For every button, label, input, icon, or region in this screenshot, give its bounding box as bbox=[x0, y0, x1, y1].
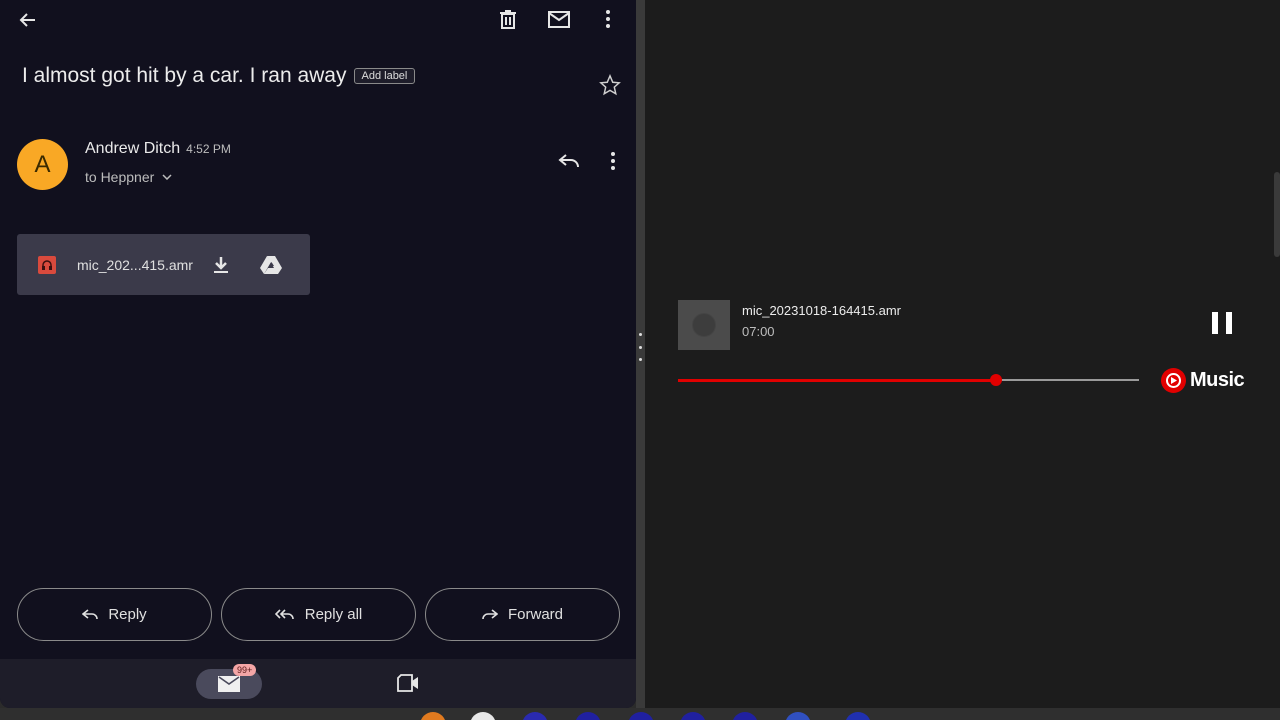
more-vert-icon bbox=[611, 152, 615, 170]
chevron-down-icon bbox=[162, 174, 172, 180]
mail-icon bbox=[548, 10, 570, 28]
brand-label: Music bbox=[1190, 369, 1245, 391]
reply-all-icon bbox=[274, 608, 294, 619]
youtube-music-icon bbox=[1161, 368, 1186, 393]
disc-icon bbox=[692, 313, 716, 337]
reply-icon bbox=[558, 154, 579, 168]
divider-handle[interactable] bbox=[638, 333, 642, 361]
back-button[interactable] bbox=[14, 6, 42, 34]
sender-avatar: A bbox=[17, 139, 68, 190]
mail-icon bbox=[218, 676, 240, 692]
trash-icon bbox=[500, 10, 516, 29]
video-camera-icon bbox=[397, 674, 418, 692]
unread-badge: 99+ bbox=[233, 664, 257, 676]
pause-button[interactable] bbox=[1212, 312, 1232, 334]
delete-button[interactable] bbox=[495, 6, 521, 32]
seek-handle[interactable] bbox=[990, 374, 1003, 386]
more-vert-icon bbox=[606, 10, 610, 28]
attachment-name: mic_202...415.amr bbox=[77, 256, 193, 273]
save-to-drive-button[interactable] bbox=[258, 253, 284, 277]
star-icon bbox=[599, 74, 621, 96]
google-drive-icon bbox=[260, 255, 282, 274]
download-icon bbox=[214, 256, 228, 273]
forward-label: Forward bbox=[507, 606, 563, 623]
attachment-chip[interactable]: mic_202...415.amr bbox=[17, 234, 310, 295]
track-title: mic_20231018-164415.amr bbox=[742, 303, 901, 318]
reply-all-label: Reply all bbox=[304, 606, 363, 623]
recipient-label: to Heppner bbox=[85, 169, 155, 185]
arrow-back-icon bbox=[19, 13, 35, 27]
forward-icon bbox=[482, 608, 498, 619]
nav-meet-tab[interactable] bbox=[395, 672, 421, 694]
seek-progress bbox=[678, 379, 997, 382]
scrollbar[interactable] bbox=[1274, 172, 1280, 257]
sender-row: Andrew Ditch 4:52 PM bbox=[85, 140, 231, 158]
bottom-navigation bbox=[0, 659, 636, 708]
more-options-button[interactable] bbox=[598, 6, 618, 32]
sender-name: Andrew Ditch bbox=[85, 140, 181, 157]
forward-button[interactable]: Forward bbox=[425, 588, 620, 641]
music-player-pane bbox=[645, 0, 1280, 708]
email-subject: I almost got hit by a car. I ran away bbox=[22, 64, 347, 87]
reply-button[interactable]: Reply bbox=[17, 588, 212, 641]
reply-icon-button[interactable] bbox=[556, 148, 582, 174]
track-time: 07:00 bbox=[742, 324, 775, 339]
recipient-details[interactable]: to Heppner bbox=[85, 169, 172, 185]
track-artwork bbox=[678, 300, 730, 350]
message-more-button[interactable] bbox=[603, 148, 623, 174]
gmail-pane: I almost got hit by a car. I ran away Ad… bbox=[0, 0, 636, 708]
reply-label: Reply bbox=[108, 606, 147, 623]
pause-icon bbox=[1212, 312, 1218, 334]
email-time: 4:52 PM bbox=[186, 142, 231, 156]
seek-bar[interactable] bbox=[678, 374, 1139, 386]
email-subject-row: I almost got hit by a car. I ran away Ad… bbox=[22, 64, 416, 88]
message-actions: Reply Reply all Forward bbox=[17, 588, 620, 641]
mark-unread-button[interactable] bbox=[545, 6, 573, 32]
audio-file-icon bbox=[38, 255, 56, 274]
star-button[interactable] bbox=[598, 73, 622, 97]
screen: I almost got hit by a car. I ran away Ad… bbox=[0, 0, 1280, 720]
add-label-button[interactable]: Add label bbox=[353, 68, 416, 84]
download-button[interactable] bbox=[209, 253, 233, 277]
youtube-music-logo[interactable]: Music bbox=[1161, 368, 1245, 393]
reply-all-button[interactable]: Reply all bbox=[221, 588, 416, 641]
reply-icon bbox=[82, 608, 99, 619]
